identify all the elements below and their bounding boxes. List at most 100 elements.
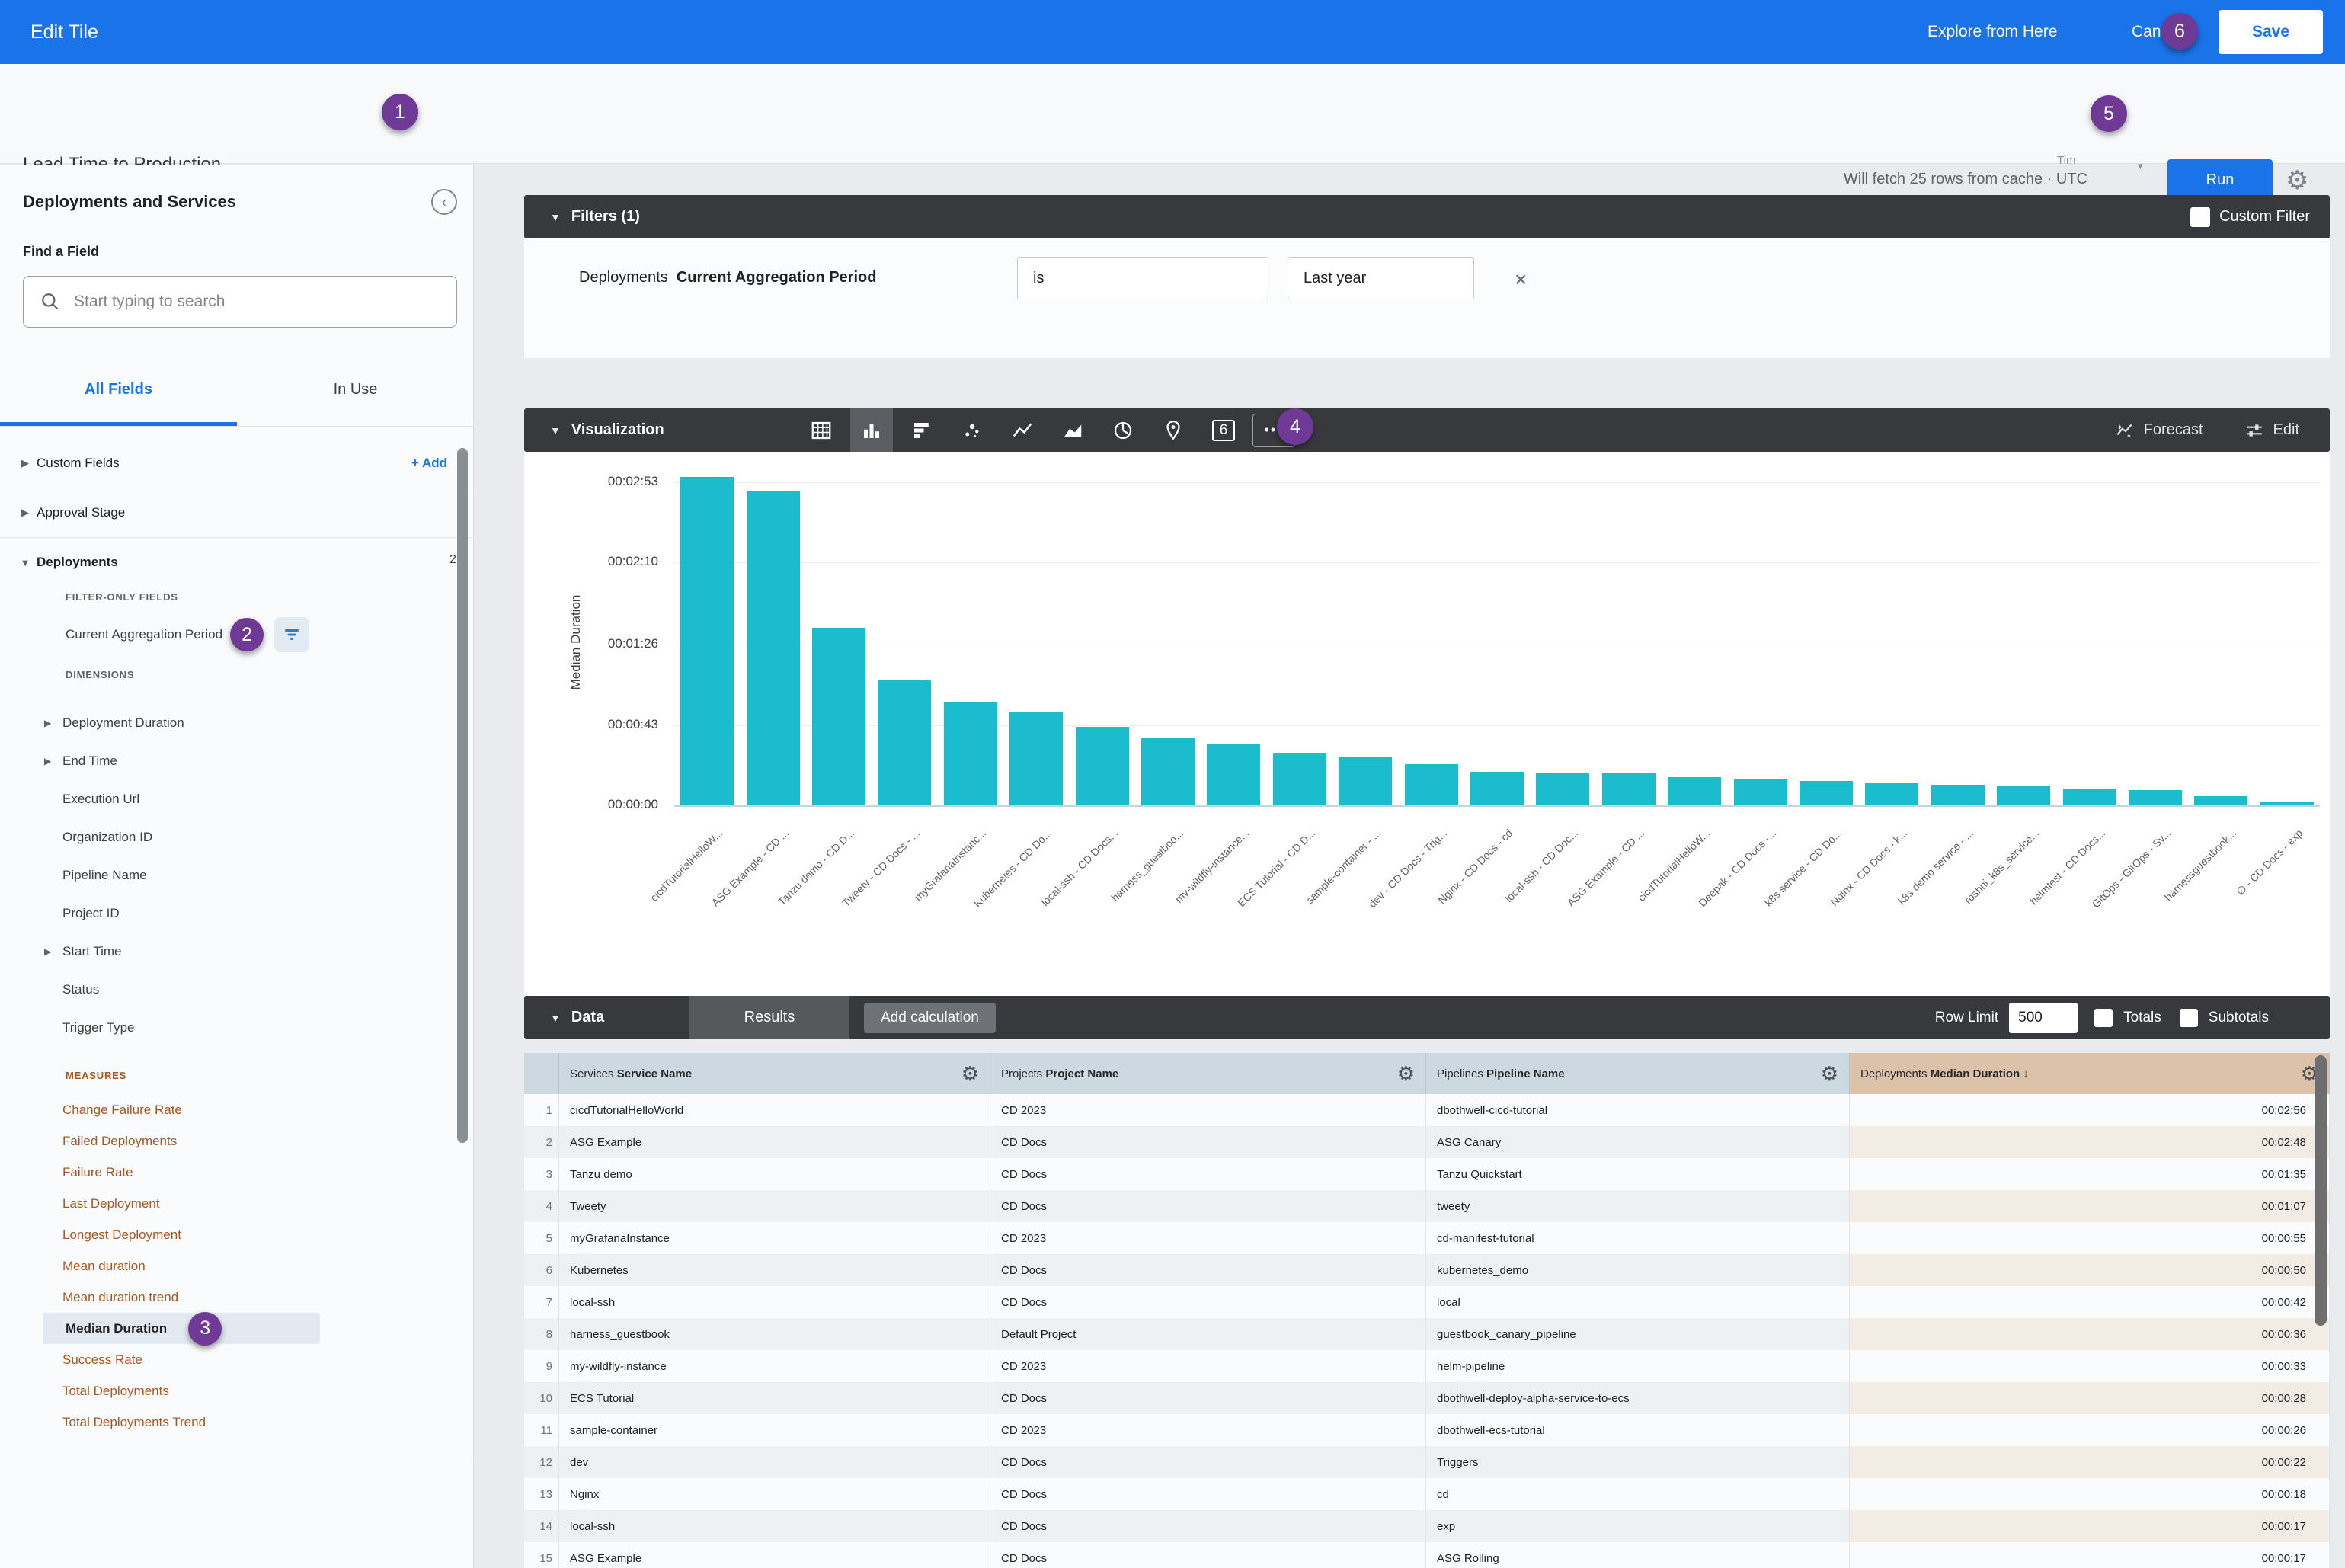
caret-right-icon[interactable]: ▶ [14, 457, 37, 469]
table-cell[interactable]: harness_guestbook [559, 1318, 990, 1350]
table-cell[interactable]: 00:02:56 [1850, 1094, 2330, 1126]
bar-7[interactable] [1076, 727, 1129, 805]
sidebar-field-failure-rate[interactable]: Failure Rate [0, 1157, 457, 1188]
sidebar-field-deployment-duration[interactable]: ▶Deployment Duration [0, 707, 457, 738]
table-cell[interactable]: Tanzu demo [559, 1158, 990, 1190]
gear-icon[interactable]: ⚙ [1821, 1064, 1838, 1083]
table-header-pipeline-name[interactable]: Pipelines Pipeline Name⚙ [1426, 1053, 1850, 1094]
sidebar-scrollbar[interactable] [457, 448, 468, 1143]
sidebar-field-last-deployment[interactable]: Last Deployment [0, 1188, 457, 1219]
table-cell[interactable]: CD Docs [990, 1446, 1426, 1478]
bar-1[interactable] [680, 477, 734, 805]
sidebar-field-change-failure-rate[interactable]: Change Failure Rate [0, 1094, 457, 1125]
caret-down-icon[interactable]: ▼ [550, 424, 561, 437]
table-cell[interactable]: ASG Rolling [1426, 1542, 1850, 1568]
bar-3[interactable] [812, 628, 865, 805]
table-cell[interactable]: CD 2023 [990, 1222, 1426, 1254]
table-cell[interactable]: helm-pipeline [1426, 1350, 1850, 1382]
sidebar-field-execution-url[interactable]: Execution Url [0, 783, 457, 814]
table-cell[interactable]: cd [1426, 1478, 1850, 1510]
totals-checkbox[interactable] [2094, 1009, 2113, 1027]
table-cell[interactable]: Nginx [559, 1478, 990, 1510]
table-cell[interactable]: 00:00:22 [1850, 1446, 2330, 1478]
table-cell[interactable]: CD Docs [990, 1126, 1426, 1158]
sidebar-item-deployments[interactable]: ▼ Deployments [0, 538, 474, 587]
sidebar-field-mean-duration[interactable]: Mean duration [0, 1250, 457, 1282]
table-cell[interactable]: exp [1426, 1510, 1850, 1542]
table-cell[interactable]: ASG Canary [1426, 1126, 1850, 1158]
table-cell[interactable]: ASG Example [559, 1542, 990, 1568]
table-cell[interactable]: CD Docs [990, 1382, 1426, 1414]
filter-operator-select[interactable]: is [1017, 257, 1268, 299]
table-cell[interactable]: tweety [1426, 1190, 1850, 1222]
tab-all-fields[interactable]: All Fields [0, 381, 237, 398]
add-custom-field-button[interactable]: + Add [411, 456, 447, 471]
table-header-service-name[interactable]: Services Service Name⚙ [559, 1053, 990, 1094]
sidebar-item-approval-stage[interactable]: ▶ Approval Stage [0, 488, 474, 537]
field-search-box[interactable] [23, 276, 457, 328]
bar-17[interactable] [1734, 779, 1787, 805]
gear-icon[interactable]: ⚙ [961, 1064, 979, 1083]
table-cell[interactable]: kubernetes_demo [1426, 1254, 1850, 1286]
sidebar-field-median-duration[interactable]: Median Duration3 [43, 1313, 320, 1344]
sidebar-field-total-deployments[interactable]: Total Deployments [0, 1375, 457, 1406]
bar-22[interactable] [2063, 789, 2116, 805]
bar-4[interactable] [878, 680, 931, 805]
explore-from-here-link[interactable]: Explore from Here [1928, 0, 2057, 64]
table-cell[interactable]: CD 2023 [990, 1350, 1426, 1382]
table-cell[interactable]: Tanzu Quickstart [1426, 1158, 1850, 1190]
table-cell[interactable]: local [1426, 1286, 1850, 1318]
table-cell[interactable]: 00:01:07 [1850, 1190, 2330, 1222]
scatter-chart-icon[interactable] [951, 408, 993, 452]
table-cell[interactable]: 00:01:35 [1850, 1158, 2330, 1190]
sidebar-field-success-rate[interactable]: Success Rate [0, 1344, 457, 1375]
bar-24[interactable] [2194, 796, 2247, 805]
table-cell[interactable]: CD Docs [990, 1158, 1426, 1190]
map-pin-icon[interactable] [1152, 408, 1195, 452]
bar-6[interactable] [1009, 712, 1063, 805]
area-chart-icon[interactable] [1051, 408, 1094, 452]
table-scrollbar[interactable] [2315, 1055, 2327, 1326]
sidebar-field-organization-id[interactable]: Organization ID [0, 821, 457, 853]
add-calculation-button[interactable]: Add calculation [864, 1003, 996, 1033]
bar-chart-icon[interactable] [901, 408, 943, 452]
caret-down-icon[interactable]: ▼ [550, 211, 561, 223]
gear-icon[interactable]: ⚙ [1397, 1064, 1415, 1083]
bar-23[interactable] [2129, 790, 2182, 805]
caret-right-icon[interactable]: ▶ [44, 718, 62, 728]
table-cell[interactable]: Default Project [990, 1318, 1426, 1350]
bar-20[interactable] [1931, 785, 1985, 805]
caret-down-icon[interactable]: ▼ [550, 1012, 561, 1024]
table-cell[interactable]: Kubernetes [559, 1254, 990, 1286]
edit-viz-button[interactable]: Edit [2244, 421, 2299, 440]
subtotals-checkbox[interactable] [2180, 1009, 2198, 1027]
custom-filter-checkbox[interactable] [2190, 207, 2210, 227]
table-cell[interactable]: CD Docs [990, 1190, 1426, 1222]
caret-right-icon[interactable]: ▶ [14, 507, 37, 519]
table-cell[interactable]: 00:00:33 [1850, 1350, 2330, 1382]
bar-10[interactable] [1273, 753, 1326, 805]
table-cell[interactable]: CD Docs [990, 1286, 1426, 1318]
field-current-aggregation-period[interactable]: Current Aggregation Period 2 [66, 617, 309, 652]
bar-16[interactable] [1668, 777, 1721, 805]
table-cell[interactable]: 00:00:50 [1850, 1254, 2330, 1286]
table-cell[interactable]: CD Docs [990, 1510, 1426, 1542]
table-cell[interactable]: local-ssh [559, 1286, 990, 1318]
table-cell[interactable]: 00:00:28 [1850, 1382, 2330, 1414]
bar-8[interactable] [1141, 738, 1195, 805]
table-cell[interactable]: dbothwell-ecs-tutorial [1426, 1414, 1850, 1446]
table-cell[interactable]: cd-manifest-tutorial [1426, 1222, 1850, 1254]
bar-25[interactable] [2260, 802, 2314, 805]
data-section-bar[interactable]: ▼ Data Results Add calculation Row Limit… [524, 996, 2330, 1039]
table-cell[interactable]: CD 2023 [990, 1094, 1426, 1126]
collapse-sidebar-icon[interactable]: ‹ [431, 189, 457, 215]
row-limit-input[interactable] [2009, 1003, 2078, 1033]
filter-value-input[interactable]: Last year [1288, 257, 1474, 299]
table-cell[interactable]: CD Docs [990, 1254, 1426, 1286]
table-cell[interactable]: cicdTutorialHelloWorld [559, 1094, 990, 1126]
single-value-icon[interactable]: 6 [1202, 408, 1245, 452]
sidebar-field-mean-duration-trend[interactable]: Mean duration trend [0, 1282, 457, 1313]
table-cell[interactable]: 00:00:42 [1850, 1286, 2330, 1318]
search-input[interactable] [74, 293, 409, 311]
table-cell[interactable]: dev [559, 1446, 990, 1478]
